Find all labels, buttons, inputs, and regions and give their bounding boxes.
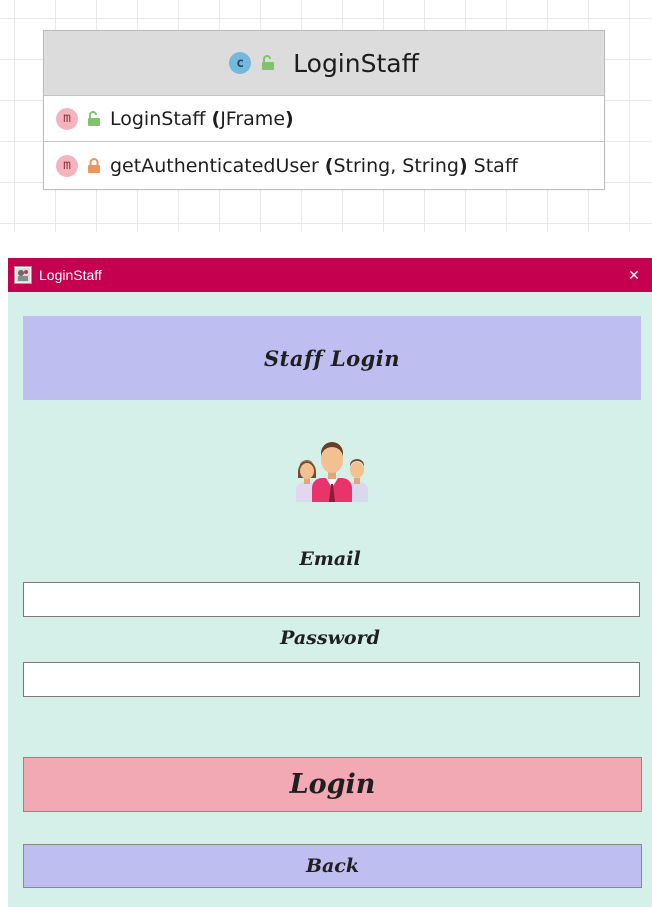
back-button-label: Back xyxy=(305,855,360,877)
page-title: Staff Login xyxy=(263,345,401,371)
member-signature: LoginStaff (JFrame) xyxy=(110,107,294,130)
member-return-type: Staff xyxy=(473,154,518,177)
password-field[interactable] xyxy=(23,662,640,697)
email-field[interactable] xyxy=(23,582,640,617)
uml-diagram-canvas: c LoginStaff m LoginStaff (JFrame) m get… xyxy=(0,0,652,232)
uml-class-header: c LoginStaff xyxy=(44,31,604,96)
window-title: LoginStaff xyxy=(39,267,102,283)
uml-member-method[interactable]: m getAuthenticatedUser (String, String) St… xyxy=(44,142,604,189)
password-label: Password xyxy=(280,627,380,649)
header-panel: Staff Login xyxy=(23,316,641,400)
close-icon[interactable]: ✕ xyxy=(622,263,646,287)
uml-class-box[interactable]: c LoginStaff m LoginStaff (JFrame) m get… xyxy=(43,30,605,190)
method-m-icon: m xyxy=(56,107,78,130)
login-button[interactable]: Login xyxy=(23,757,642,812)
member-params: String, String xyxy=(333,154,459,177)
class-c-icon: c xyxy=(229,52,252,74)
back-button[interactable]: Back xyxy=(23,844,642,888)
staff-group-icon xyxy=(296,442,368,502)
member-signature: getAuthenticatedUser (String, String) Staf… xyxy=(110,154,518,177)
login-button-label: Login xyxy=(289,769,376,800)
member-name: LoginStaff xyxy=(110,107,206,130)
unlocked-public-icon xyxy=(88,110,100,126)
unlocked-public-icon xyxy=(262,55,275,70)
java-app-icon xyxy=(14,266,32,284)
email-label: Email xyxy=(299,548,361,570)
locked-private-icon xyxy=(88,157,100,173)
window-titlebar[interactable]: LoginStaff ✕ xyxy=(8,258,652,292)
uml-class-name: LoginStaff xyxy=(293,48,419,78)
uml-member-constructor[interactable]: m LoginStaff (JFrame) xyxy=(44,96,604,142)
member-params: JFrame xyxy=(220,107,286,130)
login-staff-window: LoginStaff ✕ Staff Login Email Password … xyxy=(8,258,652,907)
method-m-icon: m xyxy=(56,154,78,177)
member-name: getAuthenticatedUser xyxy=(110,154,319,177)
